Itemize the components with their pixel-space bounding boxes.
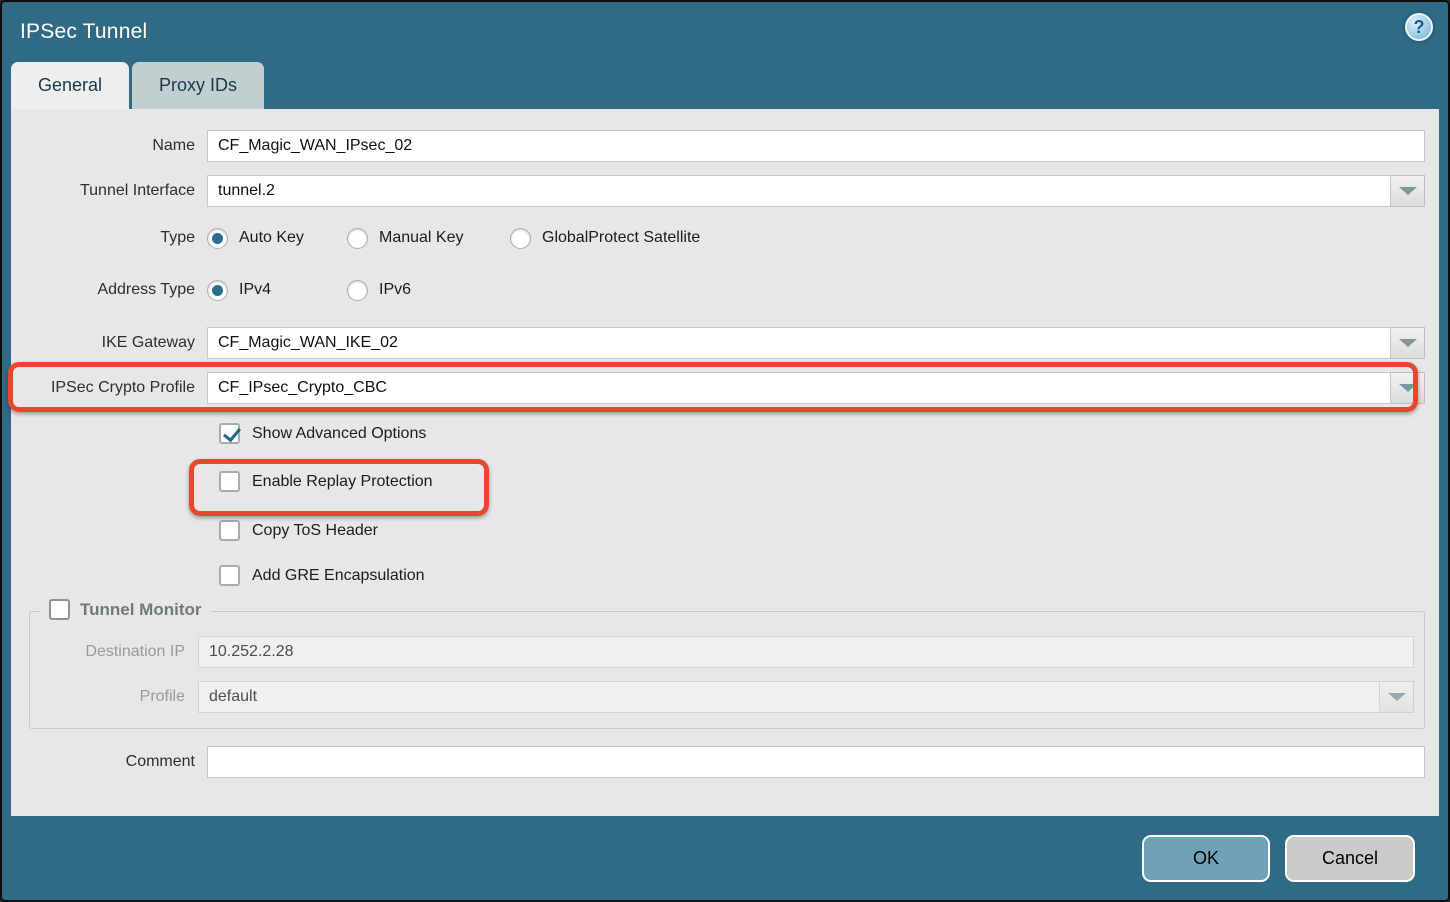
radio-button-icon: [347, 228, 368, 249]
profile-row: Profile: [30, 681, 1414, 713]
profile-dropdown-button: [1380, 681, 1414, 713]
show-advanced-options-row[interactable]: Show Advanced Options: [11, 423, 1425, 444]
radio-auto-key[interactable]: Auto Key: [207, 228, 347, 249]
address-type-row: Address Type IPv4 IPv6: [11, 276, 1425, 304]
tunnel-monitor-fieldset: Tunnel Monitor Destination IP Profile: [29, 611, 1425, 729]
ike-gateway-dropdown-button[interactable]: [1391, 327, 1425, 359]
copy-tos-header-row[interactable]: Copy ToS Header: [11, 520, 1425, 541]
radio-button-icon: [207, 228, 228, 249]
radio-button-icon: [510, 228, 531, 249]
tunnel-monitor-legend: Tunnel Monitor: [40, 599, 211, 620]
ike-gateway-input[interactable]: [207, 327, 1391, 359]
type-label: Type: [11, 229, 207, 247]
checkbox-tunnel-monitor[interactable]: [49, 599, 70, 620]
radio-button-icon: [347, 280, 368, 301]
radio-ipv4[interactable]: IPv4: [207, 280, 347, 301]
ike-gateway-row: IKE Gateway: [11, 327, 1425, 359]
radio-globalprotect-satellite[interactable]: GlobalProtect Satellite: [510, 228, 700, 249]
chevron-down-icon: [1399, 339, 1417, 347]
destination-ip-input: [198, 636, 1414, 668]
ipsec-tunnel-dialog: IPSec Tunnel ? General Proxy IDs Name Tu…: [0, 0, 1450, 902]
general-tab-panel: Name Tunnel Interface Type Auto Key: [11, 109, 1439, 816]
name-input[interactable]: [207, 130, 1425, 162]
checkbox-copy-tos-header[interactable]: [219, 520, 240, 541]
chevron-down-icon: [1399, 187, 1417, 195]
comment-label: Comment: [11, 753, 207, 771]
chevron-down-icon: [1399, 384, 1417, 392]
help-icon[interactable]: ?: [1405, 13, 1433, 41]
ipsec-crypto-profile-input[interactable]: [207, 372, 1391, 404]
ipsec-crypto-profile-row: IPSec Crypto Profile: [11, 372, 1425, 404]
name-row: Name: [11, 130, 1425, 162]
checkbox-add-gre-encapsulation[interactable]: [219, 565, 240, 586]
profile-input: [198, 681, 1380, 713]
destination-ip-label: Destination IP: [30, 643, 198, 661]
tunnel-interface-input[interactable]: [207, 175, 1391, 207]
radio-manual-key[interactable]: Manual Key: [347, 228, 510, 249]
profile-label: Profile: [30, 688, 198, 706]
tab-bar: General Proxy IDs: [2, 62, 1448, 109]
tunnel-monitor-label: Tunnel Monitor: [70, 600, 202, 620]
address-type-label: Address Type: [11, 281, 207, 299]
cancel-button[interactable]: Cancel: [1285, 835, 1415, 882]
tab-proxy-ids[interactable]: Proxy IDs: [132, 62, 264, 109]
ipsec-crypto-profile-label: IPSec Crypto Profile: [11, 379, 207, 397]
ok-button[interactable]: OK: [1142, 835, 1270, 882]
ike-gateway-label: IKE Gateway: [11, 334, 207, 352]
radio-ipv6[interactable]: IPv6: [347, 280, 411, 301]
destination-ip-row: Destination IP: [30, 636, 1414, 668]
name-label: Name: [11, 137, 207, 155]
tunnel-interface-label: Tunnel Interface: [11, 182, 207, 200]
add-gre-encapsulation-row[interactable]: Add GRE Encapsulation: [11, 565, 1425, 586]
ipsec-crypto-profile-dropdown-button[interactable]: [1391, 372, 1425, 404]
dialog-titlebar: IPSec Tunnel: [2, 2, 1448, 62]
comment-input[interactable]: [207, 746, 1425, 778]
comment-row: Comment: [11, 746, 1425, 778]
tunnel-interface-dropdown-button[interactable]: [1391, 175, 1425, 207]
dialog-footer: OK Cancel: [2, 816, 1448, 900]
radio-button-icon: [207, 280, 228, 301]
chevron-down-icon: [1388, 693, 1406, 701]
checkbox-show-advanced-options[interactable]: [219, 423, 240, 444]
checkbox-enable-replay-protection[interactable]: [219, 471, 240, 492]
tunnel-interface-row: Tunnel Interface: [11, 175, 1425, 207]
dialog-title: IPSec Tunnel: [20, 20, 147, 44]
type-row: Type Auto Key Manual Key GlobalProtect S…: [11, 224, 1425, 252]
tab-general[interactable]: General: [11, 62, 129, 109]
enable-replay-protection-row[interactable]: Enable Replay Protection: [11, 471, 1425, 492]
